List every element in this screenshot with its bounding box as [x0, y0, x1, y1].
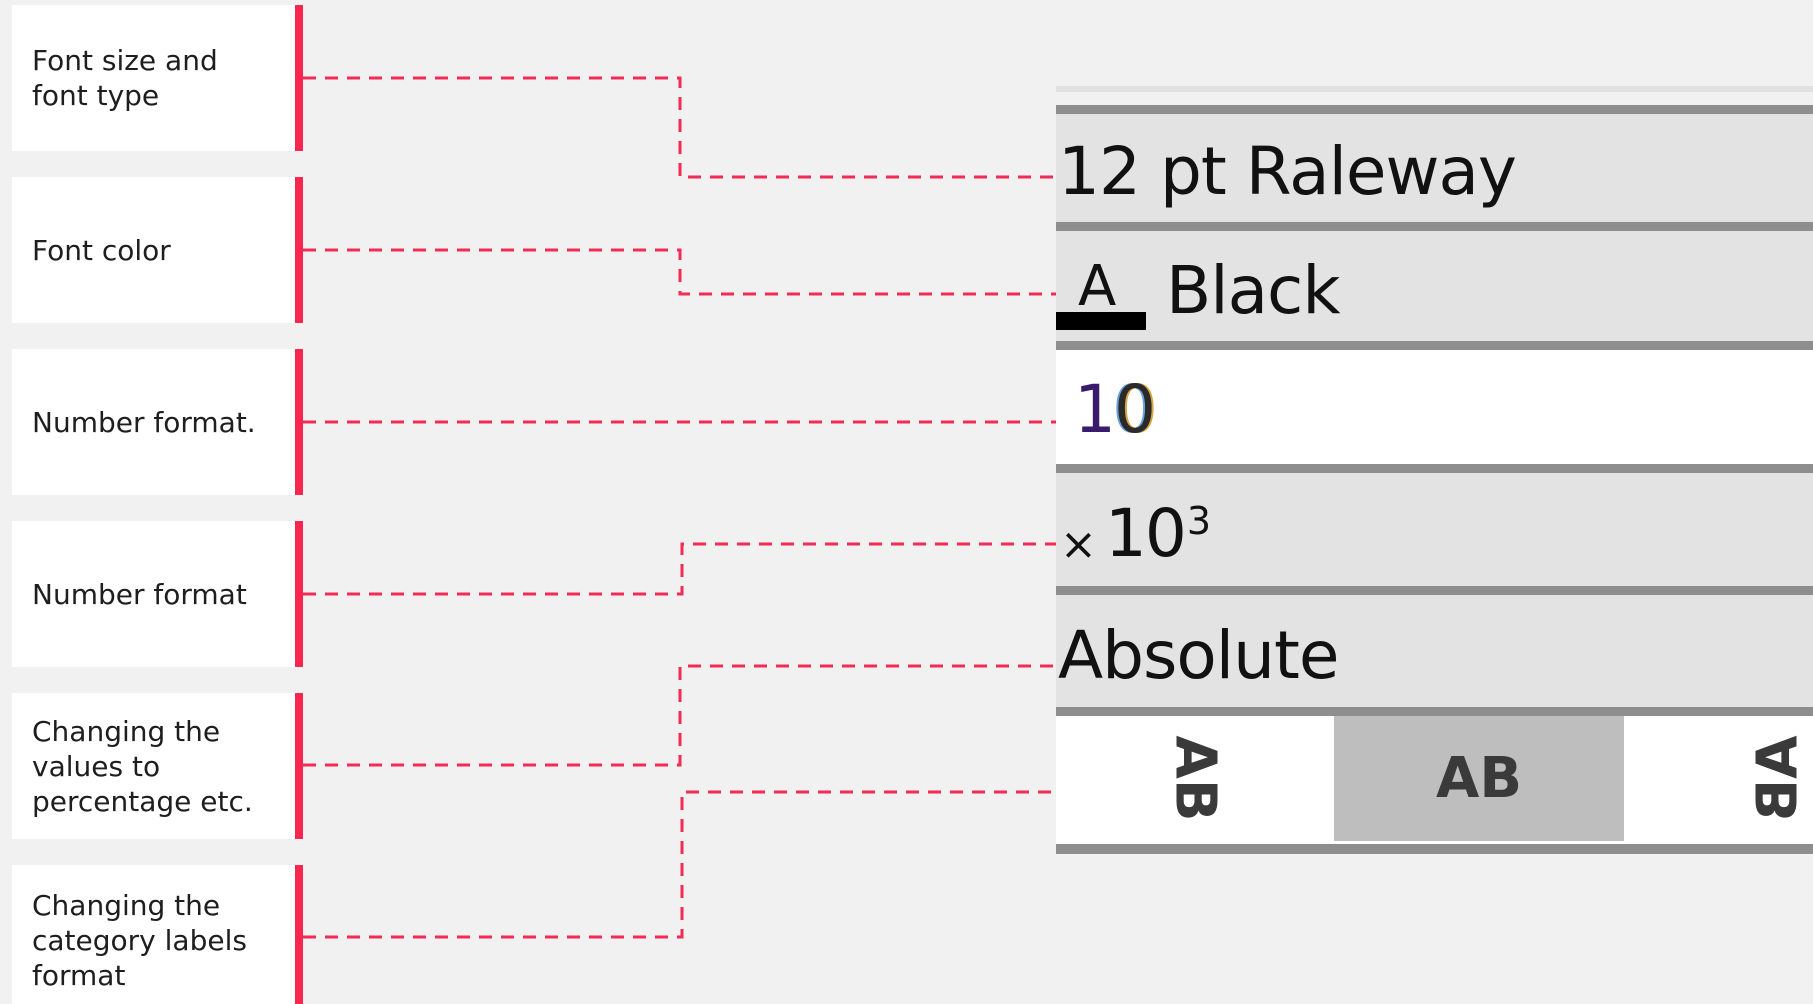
callout-number-format-2: Number format [12, 521, 303, 667]
callout-category-labels: Changing the category labels format [12, 865, 303, 1004]
number-format-input[interactable]: 10 [1056, 341, 1813, 469]
callout-label: Font size and font type [32, 44, 218, 112]
scale-base: 10 [1104, 495, 1187, 572]
orientation-rotated-right-button[interactable]: AB [1624, 716, 1813, 841]
connector-color [303, 248, 1056, 296]
text-rotated-icon: AB [1746, 735, 1811, 822]
multiply-sign: × [1060, 519, 1097, 570]
callout-font-color: Font color [12, 177, 303, 323]
number-digit-0: 0 [1114, 371, 1156, 448]
callout-label: Changing the values to percentage etc. [32, 714, 253, 818]
font-size-type-control[interactable]: 12 pt Raleway [1056, 105, 1813, 229]
number-digit-1: 1 [1074, 371, 1116, 448]
font-color-control[interactable]: A Black [1056, 222, 1813, 349]
callout-label: Changing the category labels format [32, 888, 247, 992]
connector-orient [303, 790, 1056, 939]
orientation-horizontal-button[interactable]: AB [1334, 716, 1624, 841]
font-color-glyph: A [1078, 254, 1117, 319]
connector-scale [303, 542, 1056, 596]
label-orientation-control: AB AB AB [1056, 707, 1813, 854]
callout-percentage: Changing the values to percentage etc. [12, 693, 303, 839]
annotated-screenshot: Font size and font type Font color Numbe… [0, 0, 1813, 1004]
value-mode-control[interactable]: Absolute [1056, 586, 1813, 716]
number-scale-control[interactable]: × 10 3 [1056, 464, 1813, 594]
font-color-icon: A [1056, 250, 1146, 330]
format-toolbar: 12 pt Raleway A Black 10 × 10 3 Absolute… [1056, 86, 1813, 868]
callout-label: Font color [32, 233, 171, 267]
callout-label: Number format [32, 577, 247, 611]
font-value: 12 pt Raleway [1058, 133, 1517, 210]
scale-exponent: 3 [1186, 499, 1212, 543]
connector-mode [303, 664, 1056, 767]
scale-value: × 10 3 [1060, 495, 1211, 572]
text-rotated-icon: AB [1162, 735, 1228, 822]
toolbar-top-edge [1056, 86, 1813, 92]
callout-number-format-1: Number format. [12, 349, 303, 495]
orientation-rotated-left-button[interactable]: AB [1056, 716, 1334, 841]
connector-font [303, 76, 1056, 179]
font-color-value: Black [1166, 251, 1341, 329]
number-format-value: 10 [1074, 371, 1156, 448]
callout-label: Number format. [32, 405, 256, 439]
text-horizontal-icon: AB [1435, 746, 1523, 811]
callout-font-size-type: Font size and font type [12, 5, 303, 151]
font-color-swatch [1056, 312, 1146, 330]
value-mode: Absolute [1058, 617, 1339, 694]
